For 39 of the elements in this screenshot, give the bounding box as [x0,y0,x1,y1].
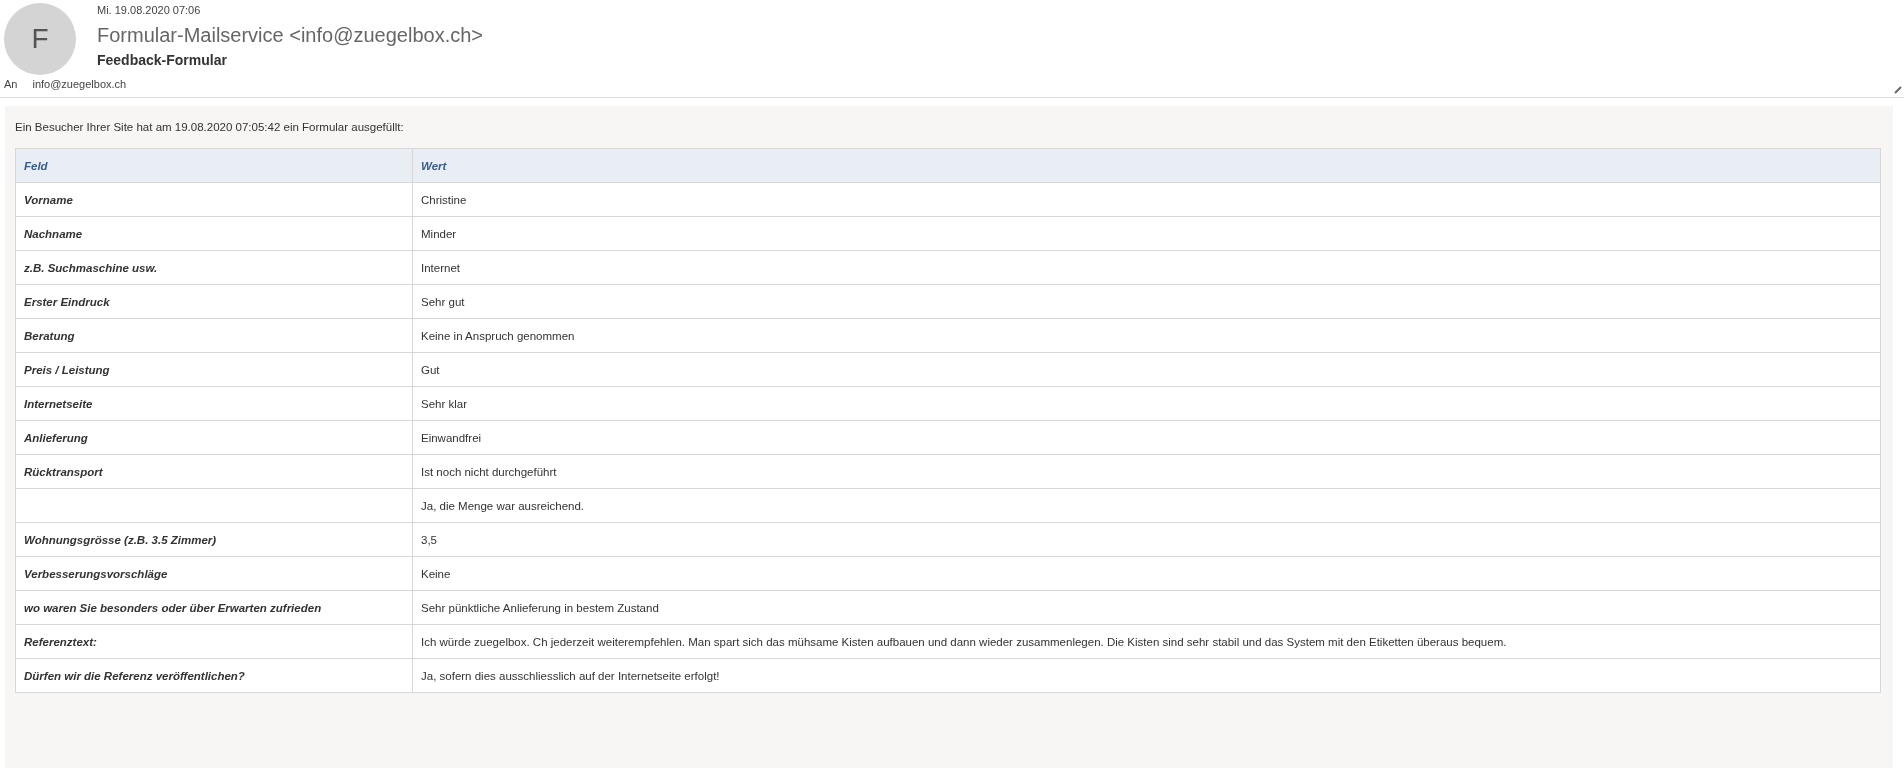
value-cell: 3,5 [412,522,1881,557]
email-subject: Feedback-Formular [97,52,228,68]
to-label: An [4,78,18,90]
value-cell: Einwandfrei [412,420,1881,455]
field-cell: Erster Eindruck [15,284,413,319]
field-cell: Internetseite [15,386,413,421]
field-cell: Wohnungsgrösse (z.B. 3.5 Zimmer) [15,522,413,557]
field-cell: Beratung [15,318,413,353]
field-cell: Referenztext: [15,624,413,659]
field-cell: wo waren Sie besonders oder über Erwarten zufrieden [15,590,413,625]
sent-date: Mi. 19.08.2020 07:06 [97,4,202,16]
field-cell: Preis / Leistung [15,352,413,387]
column-header: Wert [412,148,1881,183]
sender-name: Formular-Mailservice <info@zuegelbox.ch> [97,24,483,47]
value-cell: Ja, die Menge war ausreichend. [412,488,1881,523]
value-cell: Internet [412,250,1881,285]
value-cell: Sehr klar [412,386,1881,421]
intro-text: Ein Besucher Ihrer Site hat am 19.08.2020 07:05:42 ein Formular ausgefüllt: [15,121,405,133]
column-header: Feld [15,148,413,183]
avatar: F [4,3,76,75]
value-cell: Gut [412,352,1881,387]
field-cell: Nachname [15,216,413,251]
value-cell: Ist noch nicht durchgeführt [412,454,1881,489]
field-cell: Rücktransport [15,454,413,489]
value-cell: Sehr gut [412,284,1881,319]
field-cell: Verbesserungsvorschläge [15,556,413,591]
field-cell: z.B. Suchmaschine usw. [15,250,413,285]
field-cell: Anlieferung [15,420,413,455]
value-cell: Keine in Anspruch genommen [412,318,1881,353]
value-cell: Ja, sofern dies ausschliesslich auf der Internetseite erfolgt! [412,658,1881,693]
value-cell: Keine [412,556,1881,591]
value-cell: Sehr pünktliche Anlieferung in bestem Zustand [412,590,1881,625]
recipient-address: info@zuegelbox.ch [32,78,127,90]
field-cell: Vorname [15,182,413,217]
field-cell: Dürfen wir die Referenz veröffentlichen? [15,658,413,693]
value-cell: Minder [412,216,1881,251]
expand-icon[interactable] [1894,86,1902,94]
value-cell: Ich würde zuegelbox. Ch jederzeit weiterempfehlen. Man spart sich das mühsame Kisten aufbauen und dann wieder zusammenlegen. Die Kisten sind sehr stabil und das System mit den Etiketten überaus bequem. [412,624,1881,659]
value-cell: Christine [412,182,1881,217]
